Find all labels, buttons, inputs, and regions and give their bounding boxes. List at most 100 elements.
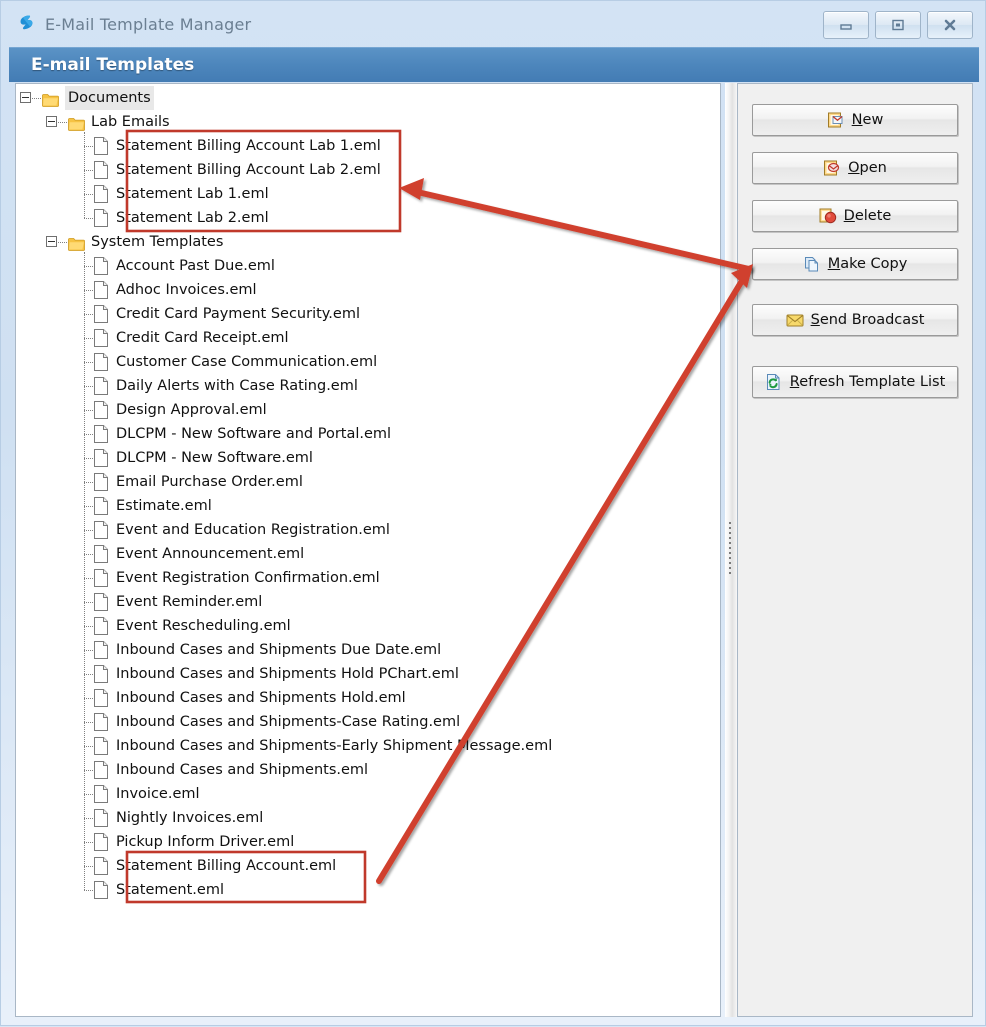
tree-item-file[interactable]: Pickup Inform Driver.eml: [16, 830, 716, 854]
file-icon: [94, 449, 108, 467]
minimize-button[interactable]: [823, 11, 869, 39]
tree-connector-line: [58, 122, 67, 124]
file-icon: [94, 809, 108, 827]
tree-item-file[interactable]: Account Past Due.eml: [16, 254, 716, 278]
file-icon: [94, 617, 108, 635]
tree-item-file[interactable]: Statement.eml: [16, 878, 716, 902]
tree-connector-line: [84, 132, 86, 218]
tree-item-file[interactable]: Credit Card Receipt.eml: [16, 326, 716, 350]
file-icon: [94, 665, 108, 683]
tree-item-label: Event Reminder.eml: [116, 594, 263, 610]
refresh-template-list-button[interactable]: Refresh Template List: [752, 366, 958, 398]
action-button-panel: New Open Delete Make Copy Send Broadcast…: [737, 83, 973, 1017]
open-template-icon: [823, 159, 841, 177]
title-bar: E-Mail Template Manager: [1, 1, 986, 47]
tree-item-file[interactable]: Statement Lab 2.eml: [16, 206, 716, 230]
tree-item-file[interactable]: Inbound Cases and Shipments-Case Rating.…: [16, 710, 716, 734]
tree-item-label: Credit Card Receipt.eml: [116, 330, 289, 346]
expand-collapse-icon[interactable]: [46, 236, 57, 247]
tree-item-file[interactable]: Statement Billing Account.eml: [16, 854, 716, 878]
tree-item-file[interactable]: Credit Card Payment Security.eml: [16, 302, 716, 326]
make-copy-button-label: Make Copy: [827, 256, 908, 272]
window-controls: [823, 11, 973, 39]
tree-item-file[interactable]: Inbound Cases and Shipments Hold.eml: [16, 686, 716, 710]
tree-node-label: Lab Emails: [91, 114, 170, 130]
tree-item-file[interactable]: Statement Billing Account Lab 2.eml: [16, 158, 716, 182]
tree-item-file[interactable]: Event Reminder.eml: [16, 590, 716, 614]
file-icon: [94, 185, 108, 203]
tree-item-file[interactable]: Nightly Invoices.eml: [16, 806, 716, 830]
send-broadcast-button[interactable]: Send Broadcast: [752, 304, 958, 336]
file-icon: [94, 473, 108, 491]
tree-item-label: Statement Billing Account Lab 2.eml: [116, 162, 381, 178]
tree-item-file[interactable]: Statement Lab 1.eml: [16, 182, 716, 206]
file-icon: [94, 497, 108, 515]
folder-icon: [68, 235, 85, 251]
page-title: E-mail Templates: [31, 55, 195, 75]
tree-node-lab-emails[interactable]: Lab Emails: [16, 110, 716, 134]
tree-item-label: Pickup Inform Driver.eml: [116, 834, 295, 850]
tree-item-file[interactable]: Inbound Cases and Shipments Hold PChart.…: [16, 662, 716, 686]
maximize-button[interactable]: [875, 11, 921, 39]
expand-collapse-icon[interactable]: [46, 116, 57, 127]
tree-item-file[interactable]: Event Rescheduling.eml: [16, 614, 716, 638]
close-button[interactable]: [927, 11, 973, 39]
tree-item-label: Statement.eml: [116, 882, 224, 898]
tree-connector-line: [84, 218, 93, 220]
tree-item-file[interactable]: Invoice.eml: [16, 782, 716, 806]
tree-item-label: Statement Lab 1.eml: [116, 186, 269, 202]
tree-node-label: Documents: [65, 86, 154, 110]
tree-item-label: Inbound Cases and Shipments Hold PChart.…: [116, 666, 459, 682]
tree-item-file[interactable]: Event Registration Confirmation.eml: [16, 566, 716, 590]
tree-item-file[interactable]: DLCPM - New Software and Portal.eml: [16, 422, 716, 446]
tree-item-label: Adhoc Invoices.eml: [116, 282, 257, 298]
tree-item-file[interactable]: DLCPM - New Software.eml: [16, 446, 716, 470]
file-icon: [94, 833, 108, 851]
file-icon: [94, 761, 108, 779]
new-button[interactable]: New: [752, 104, 958, 136]
refresh-template-list-button-label: Refresh Template List: [789, 374, 946, 390]
tree-item-label: Statement Billing Account Lab 1.eml: [116, 138, 381, 154]
tree-item-file[interactable]: Daily Alerts with Case Rating.eml: [16, 374, 716, 398]
tree-item-file[interactable]: Customer Case Communication.eml: [16, 350, 716, 374]
refresh-icon: [765, 373, 783, 391]
make-copy-button[interactable]: Make Copy: [752, 248, 958, 280]
maximize-icon: [890, 18, 906, 32]
file-icon: [94, 641, 108, 659]
file-icon: [94, 401, 108, 419]
tree-node-documents[interactable]: Documents: [16, 86, 716, 110]
template-tree-panel[interactable]: Documents Lab Emails Statement Billing Acc…: [15, 83, 721, 1017]
tree-node-system-templates[interactable]: System Templates: [16, 230, 716, 254]
new-template-icon: [827, 111, 845, 129]
tree-item-file[interactable]: Estimate.eml: [16, 494, 716, 518]
tree-item-label: Invoice.eml: [116, 786, 200, 802]
folder-icon: [42, 91, 59, 107]
delete-button[interactable]: Delete: [752, 200, 958, 232]
tree-connector-line: [32, 98, 41, 100]
open-button[interactable]: Open: [752, 152, 958, 184]
section-header-band: E-mail Templates: [9, 47, 979, 82]
close-icon: [942, 18, 958, 32]
tree-item-label: Event and Education Registration.eml: [116, 522, 390, 538]
tree-item-file[interactable]: Statement Billing Account Lab 1.eml: [16, 134, 716, 158]
tree-item-file[interactable]: Event and Education Registration.eml: [16, 518, 716, 542]
file-icon: [94, 137, 108, 155]
tree-item-file[interactable]: Inbound Cases and Shipments Due Date.eml: [16, 638, 716, 662]
tree-connector-line: [84, 890, 93, 892]
new-button-label: New: [851, 112, 884, 128]
file-icon: [94, 257, 108, 275]
delete-icon: [819, 207, 837, 225]
tree-item-file[interactable]: Design Approval.eml: [16, 398, 716, 422]
tree-item-file[interactable]: Email Purchase Order.eml: [16, 470, 716, 494]
tree-item-file[interactable]: Inbound Cases and Shipments.eml: [16, 758, 716, 782]
tree-item-label: Inbound Cases and Shipments Due Date.eml: [116, 642, 442, 658]
panel-splitter[interactable]: [725, 83, 737, 1017]
expand-collapse-icon[interactable]: [20, 92, 31, 103]
tree-item-file[interactable]: Inbound Cases and Shipments-Early Shipme…: [16, 734, 716, 758]
tree-item-file[interactable]: Event Announcement.eml: [16, 542, 716, 566]
tree-item-label: Inbound Cases and Shipments.eml: [116, 762, 369, 778]
tree-item-file[interactable]: Adhoc Invoices.eml: [16, 278, 716, 302]
file-icon: [94, 593, 108, 611]
file-icon: [94, 425, 108, 443]
file-icon: [94, 545, 108, 563]
